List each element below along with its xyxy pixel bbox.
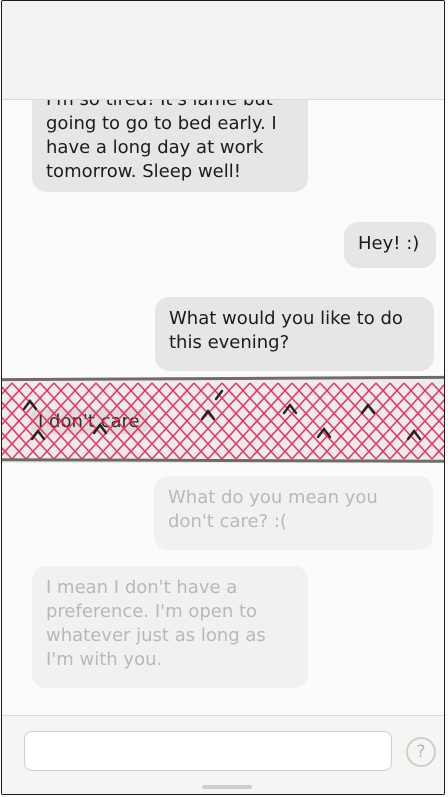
composer-bar: ? — [2, 715, 444, 794]
message-bubble-sent: Hey! :) — [344, 222, 436, 268]
message-text: Hey! :) — [358, 233, 420, 254]
caret-mark — [22, 399, 38, 411]
caret-mark — [30, 429, 46, 441]
message-bubble-sent: What would you like to do this evening? — [155, 297, 434, 371]
chat-header — [2, 1, 444, 100]
home-indicator — [202, 785, 252, 789]
caret-mark — [200, 409, 216, 421]
red-scribble-overlay — [2, 382, 444, 460]
message-bubble-sent-faded: What do you mean you don't care? :( — [154, 476, 433, 550]
message-text: What would you like to do this evening? — [169, 308, 403, 353]
message-text: I mean I don't have a preference. I'm op… — [46, 577, 266, 670]
message-input[interactable] — [24, 731, 392, 771]
message-text: What do you mean you don't care? :( — [168, 487, 378, 532]
message-bubble-received-faded: I mean I don't have a preference. I'm op… — [32, 566, 308, 688]
message-text: I'm so tired! It's lame but going to go … — [46, 100, 277, 182]
message-thread[interactable]: I'm so tired! It's lame but going to go … — [2, 100, 444, 715]
scribbled-message-row: I don't care — [2, 379, 444, 463]
caret-mark — [406, 429, 422, 441]
message-bubble-received: I'm so tired! It's lame but going to go … — [32, 100, 308, 192]
phone-screen: I'm so tired! It's lame but going to go … — [1, 0, 445, 795]
question-circle-icon[interactable]: ? — [406, 737, 436, 767]
caret-mark — [360, 403, 376, 415]
